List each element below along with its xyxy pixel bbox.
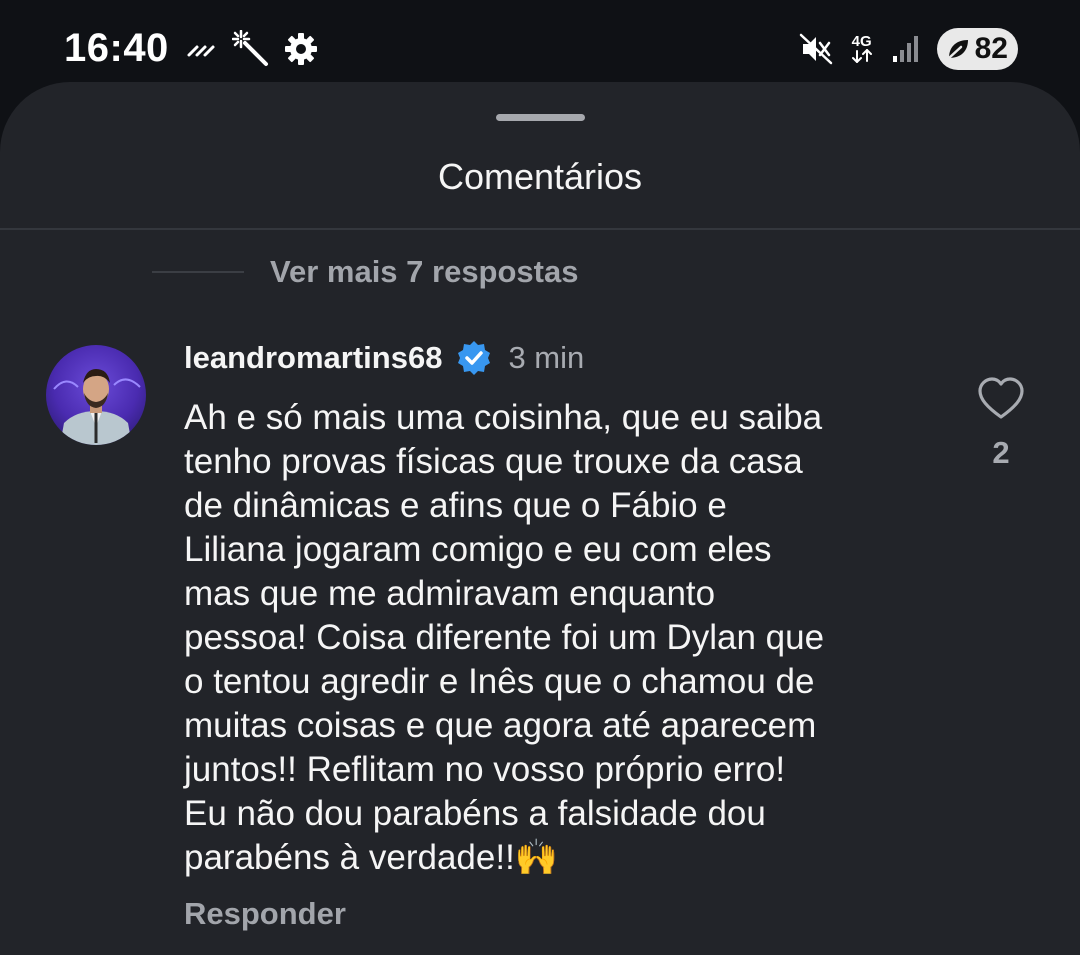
view-more-replies-button[interactable]: Ver mais 7 respostas bbox=[152, 254, 578, 290]
header-divider bbox=[0, 228, 1080, 230]
heart-outline-icon[interactable] bbox=[977, 377, 1025, 421]
status-bar: 16:40 4G 82 bbox=[0, 0, 1080, 82]
gear-icon bbox=[285, 33, 317, 65]
mute-vibrate-icon bbox=[799, 33, 832, 65]
view-more-replies-label: Ver mais 7 respostas bbox=[270, 254, 579, 289]
thread-line bbox=[152, 271, 244, 273]
status-left-icons bbox=[186, 30, 318, 68]
status-time: 16:40 bbox=[64, 26, 169, 70]
haptics-icon bbox=[187, 45, 215, 57]
avatar-image bbox=[46, 345, 146, 445]
battery-saver-icon bbox=[947, 40, 968, 60]
comment-timestamp: 3 min bbox=[508, 340, 585, 375]
signal-icon bbox=[892, 36, 918, 62]
screen: 16:40 4G 82 Comentários Ver mais 7 respo… bbox=[0, 0, 1080, 955]
battery-indicator: 82 bbox=[936, 28, 1018, 70]
magic-wand-icon bbox=[232, 30, 268, 66]
network-type: 4G bbox=[851, 33, 872, 50]
status-right-icons: 4G 82 bbox=[799, 28, 1018, 70]
data-arrows-icon bbox=[851, 49, 872, 63]
avatar[interactable] bbox=[46, 345, 146, 445]
verified-badge-icon bbox=[458, 341, 491, 375]
network-indicator: 4G bbox=[849, 33, 875, 63]
comment: leandromartins68 3 min Ah e só mais uma … bbox=[184, 338, 944, 932]
comments-sheet: Comentários Ver mais 7 respostas leandro… bbox=[0, 82, 1080, 955]
reply-button[interactable]: Responder bbox=[184, 896, 944, 932]
like-count: 2 bbox=[992, 435, 1010, 470]
sheet-title: Comentários bbox=[437, 156, 643, 197]
like-area: 2 bbox=[972, 377, 1030, 471]
battery-level: 82 bbox=[974, 32, 1008, 65]
drag-handle[interactable] bbox=[496, 114, 585, 121]
comment-username[interactable]: leandromartins68 bbox=[184, 340, 442, 376]
comment-header: leandromartins68 3 min bbox=[184, 338, 944, 378]
comment-text: Ah e só mais uma coisinha, que eu saiba … bbox=[184, 398, 825, 877]
